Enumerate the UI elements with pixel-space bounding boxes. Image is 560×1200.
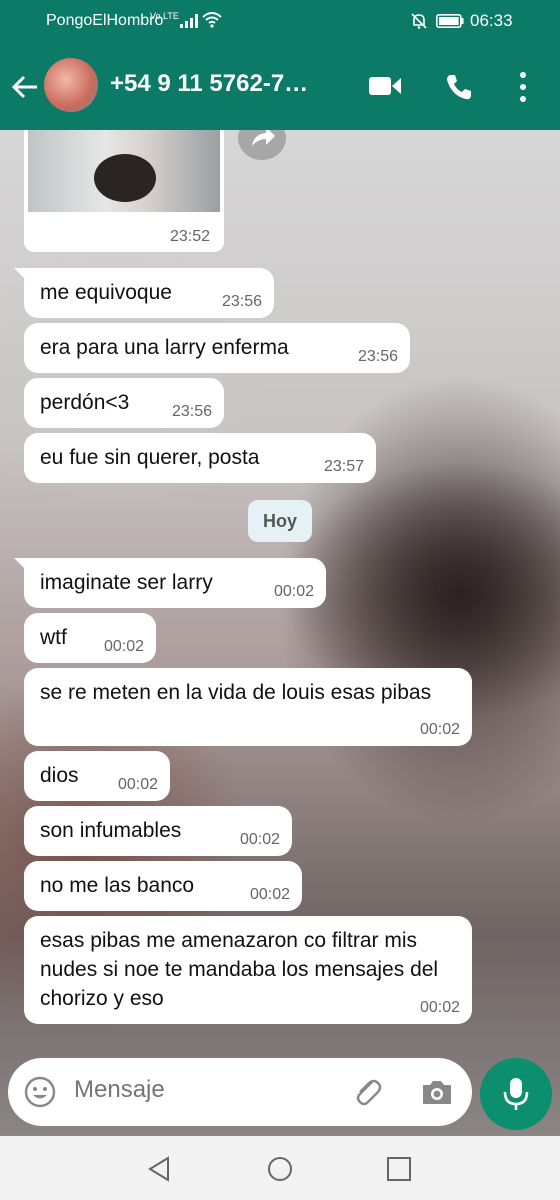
message-bubble[interactable]: se re meten en la vida de louis esas pib…: [24, 668, 472, 746]
message-bubble[interactable]: no me las banco 00:02: [24, 861, 302, 911]
battery-icon: [436, 14, 464, 28]
nav-recents-icon[interactable]: [386, 1156, 412, 1182]
video-call-icon[interactable]: [368, 74, 402, 98]
chat-header: +54 9 11 5762-7…: [0, 44, 560, 130]
message-composer: [8, 1058, 472, 1126]
message-bubble[interactable]: era para una larry enferma 23:56: [24, 323, 410, 373]
message-time: 23:57: [323, 458, 364, 475]
message-time: 23:56: [171, 403, 212, 420]
message-bubble[interactable]: esas pibas me amenazaron co filtrar mis …: [24, 916, 472, 1024]
message-text: esas pibas me amenazaron co filtrar mis …: [40, 929, 439, 1010]
message-time: 00:02: [117, 776, 158, 793]
message-bubble[interactable]: me equivoque 23:56: [14, 268, 274, 318]
back-arrow-icon[interactable]: [10, 72, 40, 102]
notifications-off-icon: [411, 13, 427, 29]
attach-icon[interactable]: [352, 1076, 382, 1108]
message-time: 23:56: [357, 348, 398, 365]
camera-icon[interactable]: [420, 1078, 454, 1106]
signal-icon: [180, 14, 198, 28]
message-bubble[interactable]: wtf 00:02: [24, 613, 156, 663]
message-time: 00:02: [419, 999, 460, 1016]
message-bubble[interactable]: imaginate ser larry 00:02: [14, 558, 326, 608]
chat-area[interactable]: 23:52 me equivoque 23:56 era para una la…: [0, 130, 560, 1136]
message-time: 00:02: [103, 638, 144, 655]
voice-message-button[interactable]: [480, 1058, 552, 1130]
message-text: se re meten en la vida de louis esas pib…: [40, 681, 432, 704]
message-text: eu fue sin querer, posta: [40, 446, 260, 469]
message-time: 00:02: [419, 721, 460, 738]
phone-call-icon[interactable]: [444, 72, 474, 102]
microphone-icon: [503, 1078, 529, 1110]
nav-back-icon[interactable]: [146, 1156, 172, 1182]
day-separator: Hoy: [248, 500, 312, 542]
wifi-icon: [202, 12, 222, 28]
volte-indicator: Vo LTE: [150, 11, 179, 21]
emoji-icon[interactable]: [24, 1076, 56, 1108]
message-text: era para una larry enferma: [40, 336, 289, 359]
more-options-icon[interactable]: [516, 70, 530, 104]
image-message[interactable]: 23:52: [24, 130, 224, 252]
clock: 06:33: [470, 11, 513, 30]
message-time: 23:52: [169, 228, 210, 245]
message-text: imaginate ser larry: [40, 571, 213, 594]
status-bar: PongoElHombro Vo LTE 06:33: [0, 0, 560, 44]
message-bubble[interactable]: son infumables 00:02: [24, 806, 292, 856]
message-time: 23:56: [221, 293, 262, 310]
image-subject: [94, 154, 156, 202]
message-bubble[interactable]: perdón<3 23:56: [24, 378, 224, 428]
carrier-name: PongoElHombro: [46, 12, 164, 29]
contact-avatar[interactable]: [44, 58, 98, 112]
message-bubble[interactable]: eu fue sin querer, posta 23:57: [24, 433, 376, 483]
message-time: 00:02: [273, 583, 314, 600]
nav-home-icon[interactable]: [267, 1156, 293, 1182]
message-time: 00:02: [239, 831, 280, 848]
system-nav-bar: [0, 1136, 560, 1200]
message-bubble[interactable]: dios 00:02: [24, 751, 170, 801]
message-input[interactable]: [74, 1076, 334, 1104]
forward-icon[interactable]: [238, 130, 286, 160]
message-time: 00:02: [249, 886, 290, 903]
contact-name[interactable]: +54 9 11 5762-7…: [110, 70, 308, 98]
